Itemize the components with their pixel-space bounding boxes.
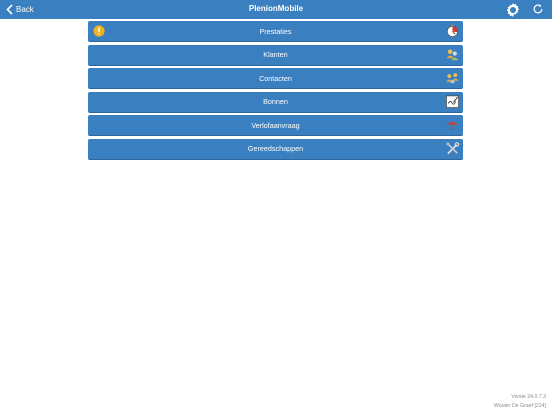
- clock-icon: [446, 24, 459, 38]
- menu-item-contacten[interactable]: Contacten: [88, 68, 463, 89]
- menu-item-label: Prestaties: [259, 26, 292, 36]
- umbrella-icon: [447, 121, 458, 131]
- tools-icon: [446, 141, 460, 154]
- menu-item-label: Verlofaanvraag: [251, 120, 300, 130]
- warning-icon: [93, 25, 105, 37]
- refresh-icon[interactable]: [532, 3, 544, 15]
- menu-item-prestaties[interactable]: Prestaties: [88, 21, 463, 42]
- gear-icon[interactable]: [504, 1, 522, 19]
- signature-icon: [446, 95, 459, 108]
- app-title: PlenionMobile: [248, 4, 304, 13]
- people-icon: [446, 48, 459, 60]
- menu-item-label: Bonnen: [263, 97, 288, 106]
- top-bar: Back PlenionMobile: [0, 0, 552, 19]
- menu-item-verlofaanvraag[interactable]: Verlofaanvraag: [88, 115, 463, 136]
- menu-item-bonnen[interactable]: Bonnen: [88, 91, 463, 113]
- menu-item-gereedschappen[interactable]: Gereedschappen: [88, 138, 463, 160]
- menu-item-label: Contacten: [259, 73, 292, 83]
- contacts-icon: [446, 73, 459, 84]
- version-footer: Versie 24.0.7.3 Wouter De Graef [214]: [494, 393, 546, 411]
- menu-item-label: Gereedschappen: [247, 144, 304, 153]
- menu-item-klanten[interactable]: Klanten: [88, 44, 463, 66]
- version-text: Versie 24.0.7.3: [511, 394, 546, 400]
- user-text: Wouter De Graef [214]: [493, 403, 546, 409]
- main-menu: Prestaties Klanten Contacten Bonnen Verl…: [88, 21, 463, 162]
- menu-item-label: Klanten: [263, 50, 288, 59]
